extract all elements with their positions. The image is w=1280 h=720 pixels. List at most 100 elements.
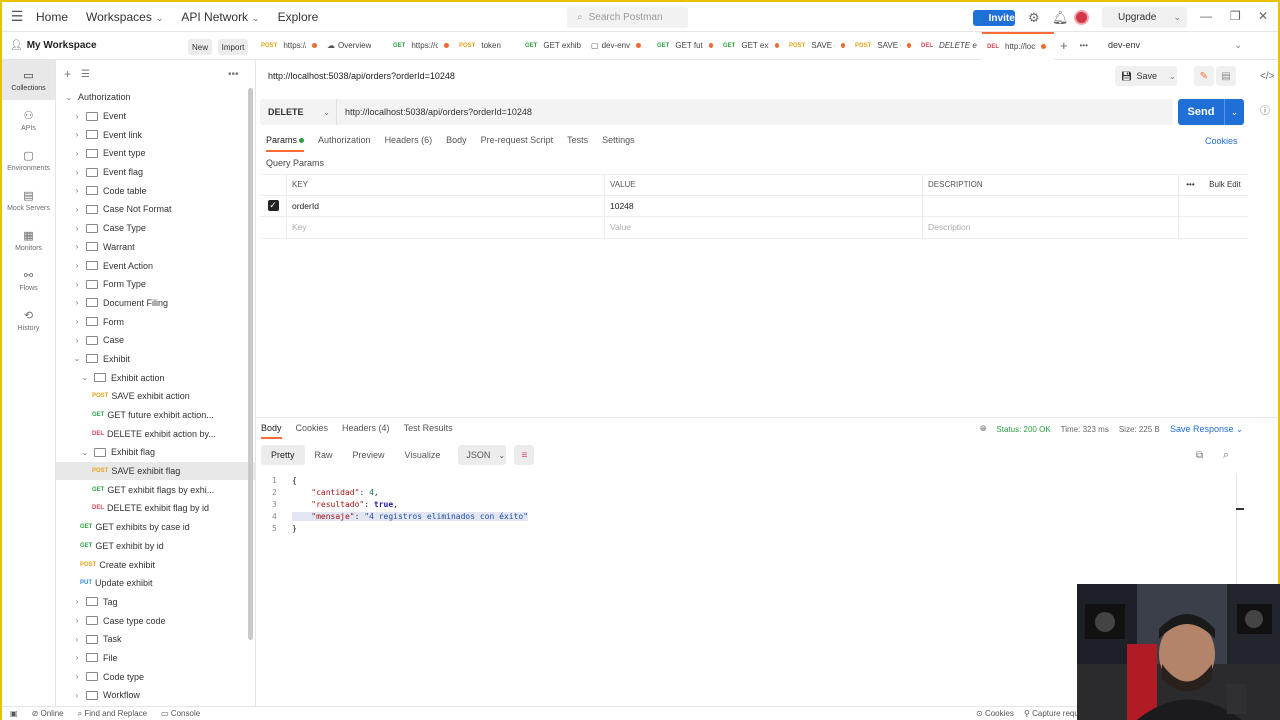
tree-folder-item[interactable]: › Document Filing: [56, 294, 255, 313]
close-icon[interactable]: ✕: [1258, 9, 1268, 23]
sidebar-item-collections[interactable]: ▭ Collections: [2, 60, 55, 100]
param-key[interactable]: orderId: [286, 195, 604, 216]
tab-headers[interactable]: Headers (6): [385, 135, 433, 152]
tree-request-item[interactable]: POST Create exhibit: [56, 555, 255, 574]
tab-response-body[interactable]: Body: [261, 423, 282, 439]
environment-select[interactable]: dev-env ⌄: [1108, 40, 1242, 51]
param-description[interactable]: [922, 195, 1178, 216]
wrap-lines-icon[interactable]: ≡: [514, 445, 535, 465]
tree-request-item[interactable]: DEL DELETE exhibit action by...: [56, 424, 255, 443]
minimize-icon[interactable]: —: [1200, 9, 1212, 23]
tree-folder-item[interactable]: › Task: [56, 630, 255, 649]
capture-requests[interactable]: ⚲ Capture requ: [1024, 709, 1079, 718]
chevron-right-icon[interactable]: ›: [72, 149, 82, 158]
filter-icon[interactable]: ☰: [81, 69, 90, 80]
chevron-right-icon[interactable]: ›: [72, 205, 82, 214]
menu-icon[interactable]: ☰: [2, 8, 32, 25]
tree-folder-item[interactable]: › Warrant: [56, 238, 255, 257]
tree-folder-item[interactable]: › Event Action: [56, 256, 255, 275]
more-icon[interactable]: •••: [1080, 41, 1088, 50]
add-tab-icon[interactable]: +: [1060, 38, 1068, 53]
param-description-input[interactable]: Description: [922, 217, 1178, 238]
code-icon[interactable]: </>: [1260, 71, 1274, 82]
online-status[interactable]: ⊘ Online: [32, 709, 64, 718]
request-tab[interactable]: DEL http://loc: [982, 31, 1054, 60]
tab-body[interactable]: Body: [446, 135, 467, 152]
bell-icon[interactable]: 🔔︎: [1052, 10, 1069, 26]
chevron-down-icon[interactable]: ⌄: [80, 373, 90, 382]
chevron-down-icon[interactable]: ⌄: [1225, 108, 1244, 117]
tab-response-headers[interactable]: Headers (4): [342, 423, 390, 439]
search-icon[interactable]: ⌕: [1223, 449, 1229, 462]
tree-folder-item[interactable]: › Form Type: [56, 275, 255, 294]
save-response-button[interactable]: Save Response ⌄: [1170, 424, 1243, 434]
edit-icon[interactable]: ✎: [1194, 66, 1214, 86]
info-icon[interactable]: ⓘ: [1260, 102, 1270, 117]
sidebar-item-apis[interactable]: ⚇ APIs: [2, 100, 55, 140]
bulk-edit-link[interactable]: Bulk Edit: [1209, 180, 1241, 189]
param-key-input[interactable]: Key: [286, 217, 604, 238]
tree-request-item[interactable]: GET GET future exhibit action...: [56, 406, 255, 425]
tree-folder-item[interactable]: › Workflow: [56, 686, 255, 705]
tab-params[interactable]: Params: [266, 135, 305, 152]
tab-authorization[interactable]: Authorization: [318, 135, 371, 152]
response-body[interactable]: 1{2 "cantidad": 4, 3 "resultado": true, 4 …: [272, 474, 529, 534]
tree-folder-item[interactable]: › Code table: [56, 181, 255, 200]
tree-folder-item[interactable]: ⌄ Exhibit: [56, 350, 255, 369]
search-input[interactable]: ⌕ Search Postman: [567, 7, 688, 28]
tree-request-item[interactable]: GET GET exhibit flags by exhi...: [56, 480, 255, 499]
request-tab[interactable]: GET https://c: [388, 32, 454, 60]
nav-workspaces[interactable]: Workspaces ⌄: [86, 10, 163, 24]
code-scrollbar[interactable]: [1236, 474, 1244, 584]
tree-folder-item[interactable]: › Event link: [56, 125, 255, 144]
tree-folder-item[interactable]: › Code type: [56, 667, 255, 686]
nav-api-network[interactable]: API Network ⌄: [181, 10, 259, 24]
tab-test-results[interactable]: Test Results: [404, 423, 453, 439]
save-button[interactable]: 💾︎ Save ⌄: [1115, 66, 1177, 86]
tab-pre-request-script[interactable]: Pre-request Script: [481, 135, 554, 152]
tree-folder-item[interactable]: › Form: [56, 312, 255, 331]
chevron-right-icon[interactable]: ›: [72, 298, 82, 307]
request-tab[interactable]: POST SAVE e: [784, 32, 850, 60]
request-tab[interactable]: GET GET futu: [652, 32, 718, 60]
request-tab[interactable]: ☁ Overview: [322, 32, 388, 60]
tree-folder-item[interactable]: ⌄ Authorization: [56, 88, 255, 107]
invite-button[interactable]: 👤 Invite: [973, 10, 1015, 26]
tree-request-item[interactable]: POST SAVE exhibit action: [56, 387, 255, 406]
request-tab[interactable]: POST SAVE e: [850, 32, 916, 60]
chevron-right-icon[interactable]: ›: [72, 186, 82, 195]
tree-folder-item[interactable]: › Tag: [56, 593, 255, 612]
cookies-link[interactable]: Cookies: [1205, 136, 1238, 146]
import-button[interactable]: Import: [218, 39, 248, 55]
request-tab[interactable]: POST https://: [256, 32, 322, 60]
send-button[interactable]: Send ⌄: [1178, 99, 1244, 125]
console-button[interactable]: ▭ Console: [161, 709, 200, 718]
chevron-right-icon[interactable]: ›: [72, 336, 82, 345]
tab-settings[interactable]: Settings: [602, 135, 635, 152]
chevron-right-icon[interactable]: ›: [72, 616, 82, 625]
tree-folder-item[interactable]: › Event: [56, 107, 255, 126]
chevron-right-icon[interactable]: ›: [72, 280, 82, 289]
chevron-right-icon[interactable]: ›: [72, 112, 82, 121]
request-tab[interactable]: ▢ dev-env: [586, 32, 652, 60]
settings-icon[interactable]: ⚙: [1028, 10, 1040, 26]
format-pretty[interactable]: Pretty: [261, 445, 305, 465]
request-tab[interactable]: POST token: [454, 32, 520, 60]
chevron-right-icon[interactable]: ›: [72, 224, 82, 233]
tree-folder-item[interactable]: › File: [56, 649, 255, 668]
tree-request-item[interactable]: PUT Update exhibit: [56, 574, 255, 593]
param-checkbox[interactable]: ✓: [267, 200, 279, 212]
upgrade-button[interactable]: Upgrade ⌄: [1102, 7, 1187, 28]
tree-request-item[interactable]: DEL DELETE exhibit flag by id: [56, 499, 255, 518]
avatar[interactable]: [1074, 10, 1089, 25]
chevron-right-icon[interactable]: ›: [72, 653, 82, 662]
tree-folder-item[interactable]: › Event flag: [56, 163, 255, 182]
format-type-select[interactable]: JSON ⌄: [458, 445, 507, 465]
chevron-down-icon[interactable]: ⌄: [80, 448, 90, 457]
tree-request-item[interactable]: GET GET exhibit by id: [56, 537, 255, 556]
format-raw[interactable]: Raw: [305, 445, 343, 465]
comment-icon[interactable]: ▤: [1216, 66, 1236, 86]
sidebar-item-monitors[interactable]: ▦ Monitors: [2, 220, 55, 260]
chevron-right-icon[interactable]: ›: [72, 635, 82, 644]
sidebar-item-history[interactable]: ⟲ History: [2, 300, 55, 340]
